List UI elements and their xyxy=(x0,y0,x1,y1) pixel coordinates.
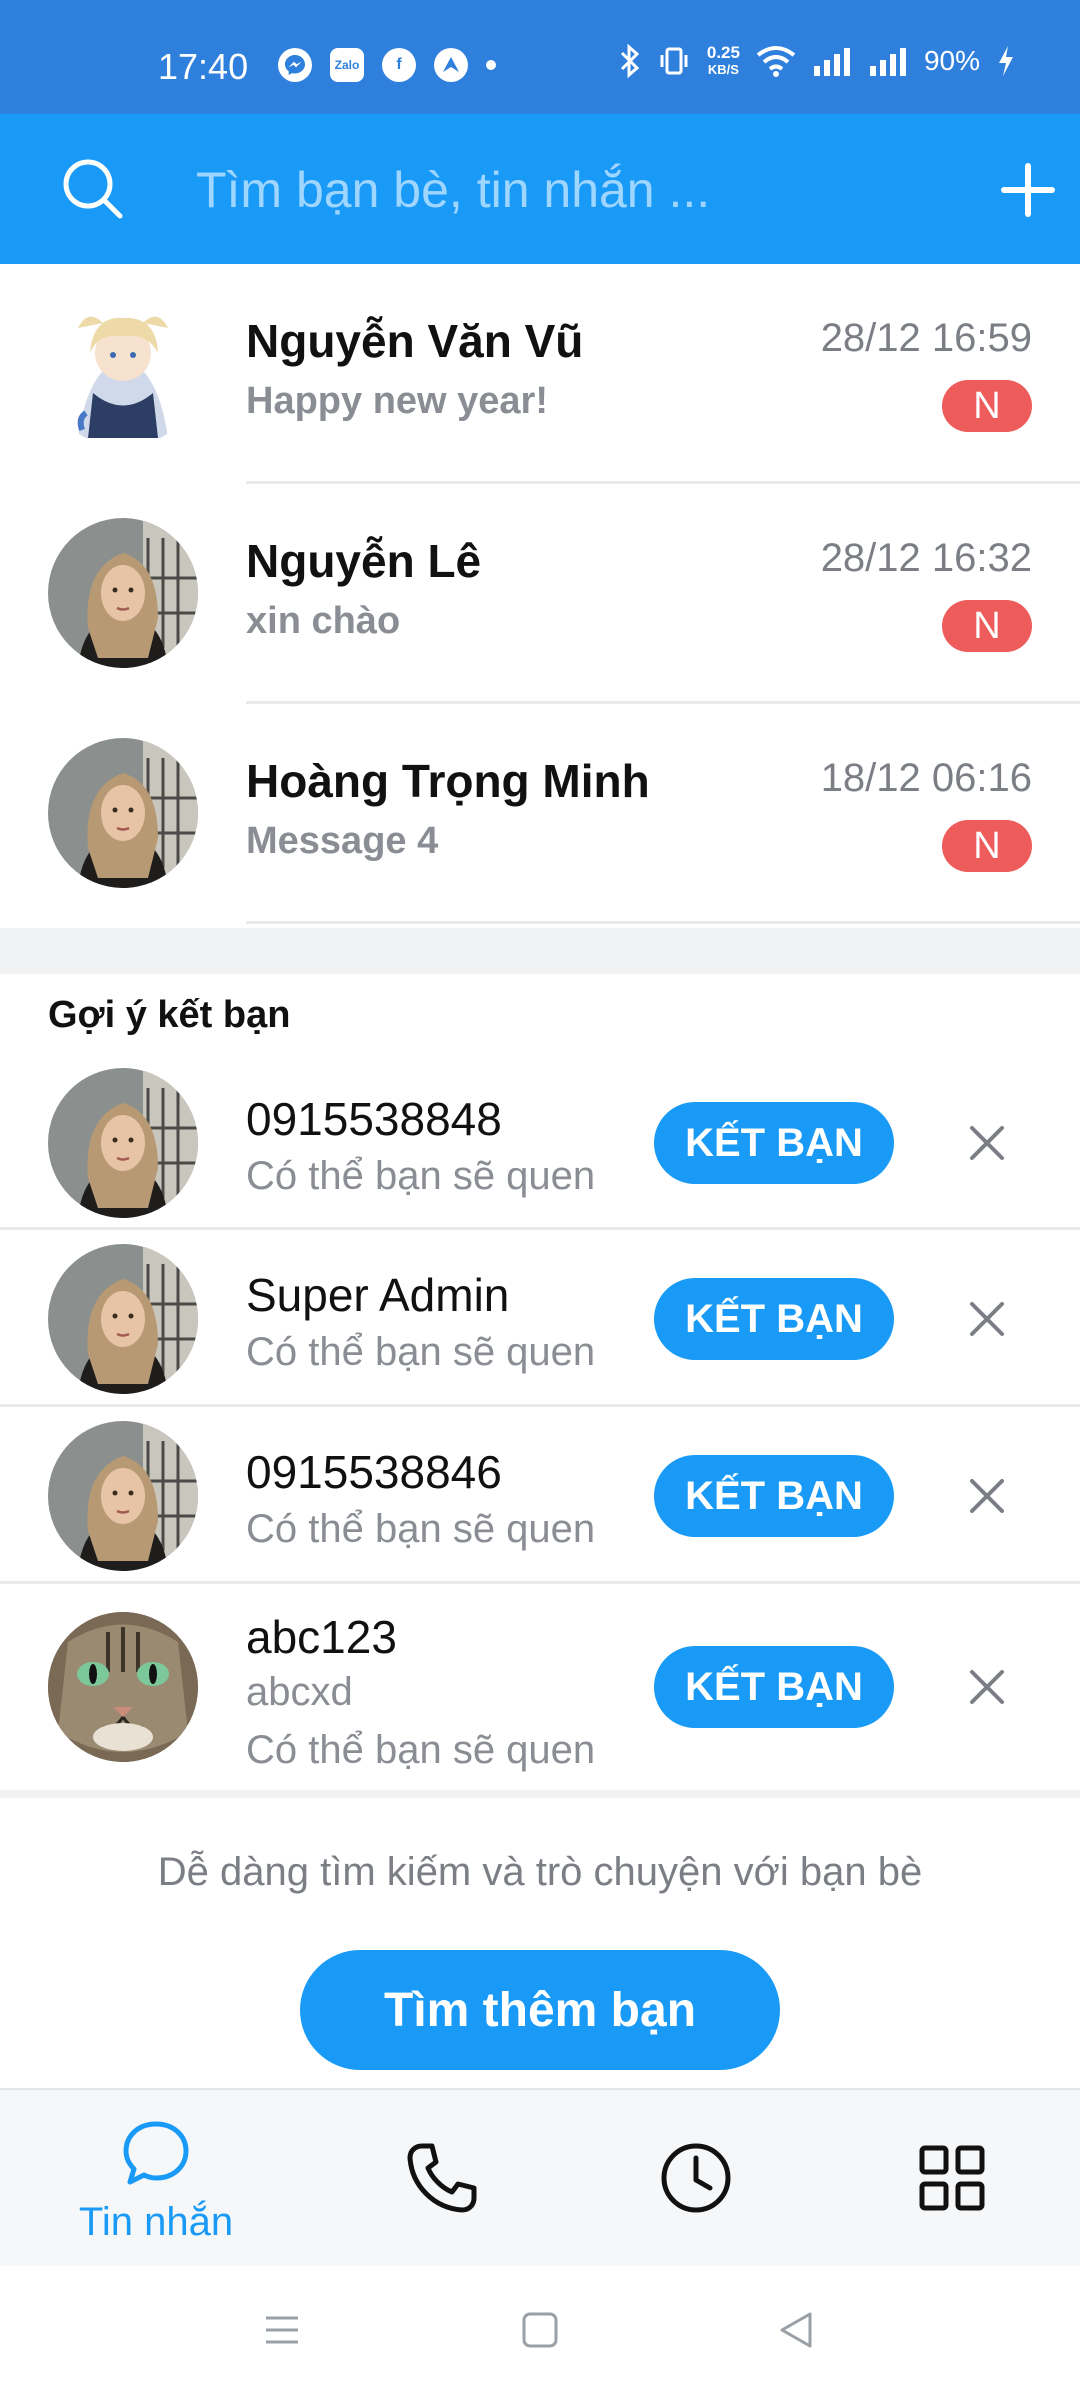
friend-suggestion[interactable]: 0915538846 Có thể bạn sẽ quen KẾT BẠN xyxy=(0,1407,1080,1584)
hint-text: Dễ dàng tìm kiếm và trò chuyện với bạn b… xyxy=(157,1850,923,1894)
conversation-item[interactable]: Nguyễn Lê xin chào 28/12 16:32 N xyxy=(0,484,1080,704)
add-friend-button[interactable]: KẾT BẠN xyxy=(654,1646,894,1728)
tab-calls[interactable] xyxy=(342,2090,542,2268)
conversation-time: 18/12 06:16 xyxy=(820,756,1032,800)
chat-icon xyxy=(123,2121,189,2185)
bluetooth-icon xyxy=(620,44,640,78)
suggestion-subtitle: Có thể bạn sẽ quen xyxy=(246,1154,596,1198)
woman-avatar xyxy=(48,1068,198,1218)
tab-more[interactable] xyxy=(852,2090,1052,2268)
messenger-icon xyxy=(278,48,312,82)
menu-icon[interactable] xyxy=(262,2310,302,2350)
suggestion-name: 0915538848 xyxy=(246,1093,502,1145)
new-badge: N xyxy=(942,600,1032,652)
close-icon[interactable] xyxy=(962,1662,1012,1712)
add-icon[interactable] xyxy=(996,158,1060,222)
notification-icons: Zalo f xyxy=(278,48,496,82)
add-friend-button[interactable]: KẾT BẠN xyxy=(654,1455,894,1537)
tab-timeline[interactable] xyxy=(596,2090,796,2268)
back-icon[interactable] xyxy=(776,2310,816,2350)
system-navigation xyxy=(0,2266,1080,2400)
cat-avatar xyxy=(48,1612,198,1762)
battery-level: 90% xyxy=(923,45,980,76)
conversation-time: 28/12 16:59 xyxy=(820,316,1032,360)
grid-icon xyxy=(919,2145,985,2211)
clock-icon xyxy=(661,2143,731,2213)
search-icon[interactable] xyxy=(58,154,128,224)
charging-icon xyxy=(999,46,1013,76)
conversation-name: Nguyễn Lê xyxy=(246,535,482,587)
section-gap xyxy=(0,1790,1080,1798)
zalo-icon: Zalo xyxy=(330,48,364,82)
woman-avatar xyxy=(48,518,198,668)
suggestion-subtitle: Có thể bạn sẽ quen xyxy=(246,1507,596,1551)
new-badge: N xyxy=(942,820,1032,872)
divider xyxy=(246,921,1080,924)
conversation-time: 28/12 16:32 xyxy=(820,536,1032,580)
phone-icon xyxy=(407,2143,477,2213)
system-status: 0.25 KB/S 90% xyxy=(619,44,1016,78)
friend-suggestion[interactable]: Super Admin Có thể bạn sẽ quen KẾT BẠN xyxy=(0,1230,1080,1407)
find-more-friends-button[interactable]: Tìm thêm bạn xyxy=(300,1950,780,2070)
suggestion-subtitle: Có thể bạn sẽ quen xyxy=(246,1728,596,1772)
conversation-last-message: xin chào xyxy=(246,600,401,642)
suggestions-title: Gợi ý kết bạn xyxy=(48,994,291,1036)
conversation-last-message: Happy new year! xyxy=(246,380,548,422)
suggestion-extra: abcxd xyxy=(246,1670,353,1714)
network-speed: 0.25 KB/S xyxy=(706,43,740,77)
close-icon[interactable] xyxy=(962,1294,1012,1344)
friend-suggestion[interactable]: abc123 abcxd Có thể bạn sẽ quen KẾT BẠN xyxy=(0,1584,1080,1790)
close-icon[interactable] xyxy=(962,1471,1012,1521)
search-input[interactable] xyxy=(196,158,896,222)
status-bar: 17:40 Zalo f 0.25 KB/S 90% xyxy=(0,0,1080,114)
conversation-item[interactable]: Hoàng Trọng Minh Message 4 18/12 06:16 N xyxy=(0,704,1080,924)
suggestion-name: 0915538846 xyxy=(246,1446,502,1498)
home-icon[interactable] xyxy=(520,2310,560,2350)
conversation-last-message: Message 4 xyxy=(246,820,439,862)
wifi-icon xyxy=(756,46,796,77)
woman-avatar xyxy=(48,738,198,888)
suggestion-subtitle: Có thể bạn sẽ quen xyxy=(246,1330,596,1374)
woman-avatar xyxy=(48,1244,198,1394)
vibrate-icon xyxy=(660,47,688,75)
bottom-navigation: Tin nhắn xyxy=(0,2088,1080,2266)
section-gap xyxy=(0,928,1080,974)
close-icon[interactable] xyxy=(962,1118,1012,1168)
conversation-name: Hoàng Trọng Minh xyxy=(246,755,650,807)
tab-messages[interactable]: Tin nhắn xyxy=(56,2090,256,2268)
add-friend-button[interactable]: KẾT BẠN xyxy=(654,1278,894,1360)
conversation-item[interactable]: Nguyễn Văn Vũ Happy new year! 28/12 16:5… xyxy=(0,264,1080,484)
arrow-app-icon xyxy=(434,48,468,82)
friend-suggestion[interactable]: 0915538848 Có thể bạn sẽ quen KẾT BẠN xyxy=(0,1054,1080,1230)
suggestion-name: Super Admin xyxy=(246,1269,510,1321)
new-badge: N xyxy=(942,380,1032,432)
facebook-icon: f xyxy=(382,48,416,82)
anime-avatar xyxy=(48,298,198,448)
conversation-name: Nguyễn Văn Vũ xyxy=(246,315,584,367)
add-friend-button[interactable]: KẾT BẠN xyxy=(654,1102,894,1184)
status-time: 17:40 xyxy=(158,46,249,87)
suggestion-name: abc123 xyxy=(246,1611,397,1663)
woman-avatar xyxy=(48,1421,198,1571)
more-notifications-dot xyxy=(486,60,496,70)
search-header xyxy=(0,114,1080,264)
tab-messages-label: Tin nhắn xyxy=(78,2200,234,2244)
signal-icon xyxy=(813,48,850,76)
signal-icon-2 xyxy=(869,48,906,76)
